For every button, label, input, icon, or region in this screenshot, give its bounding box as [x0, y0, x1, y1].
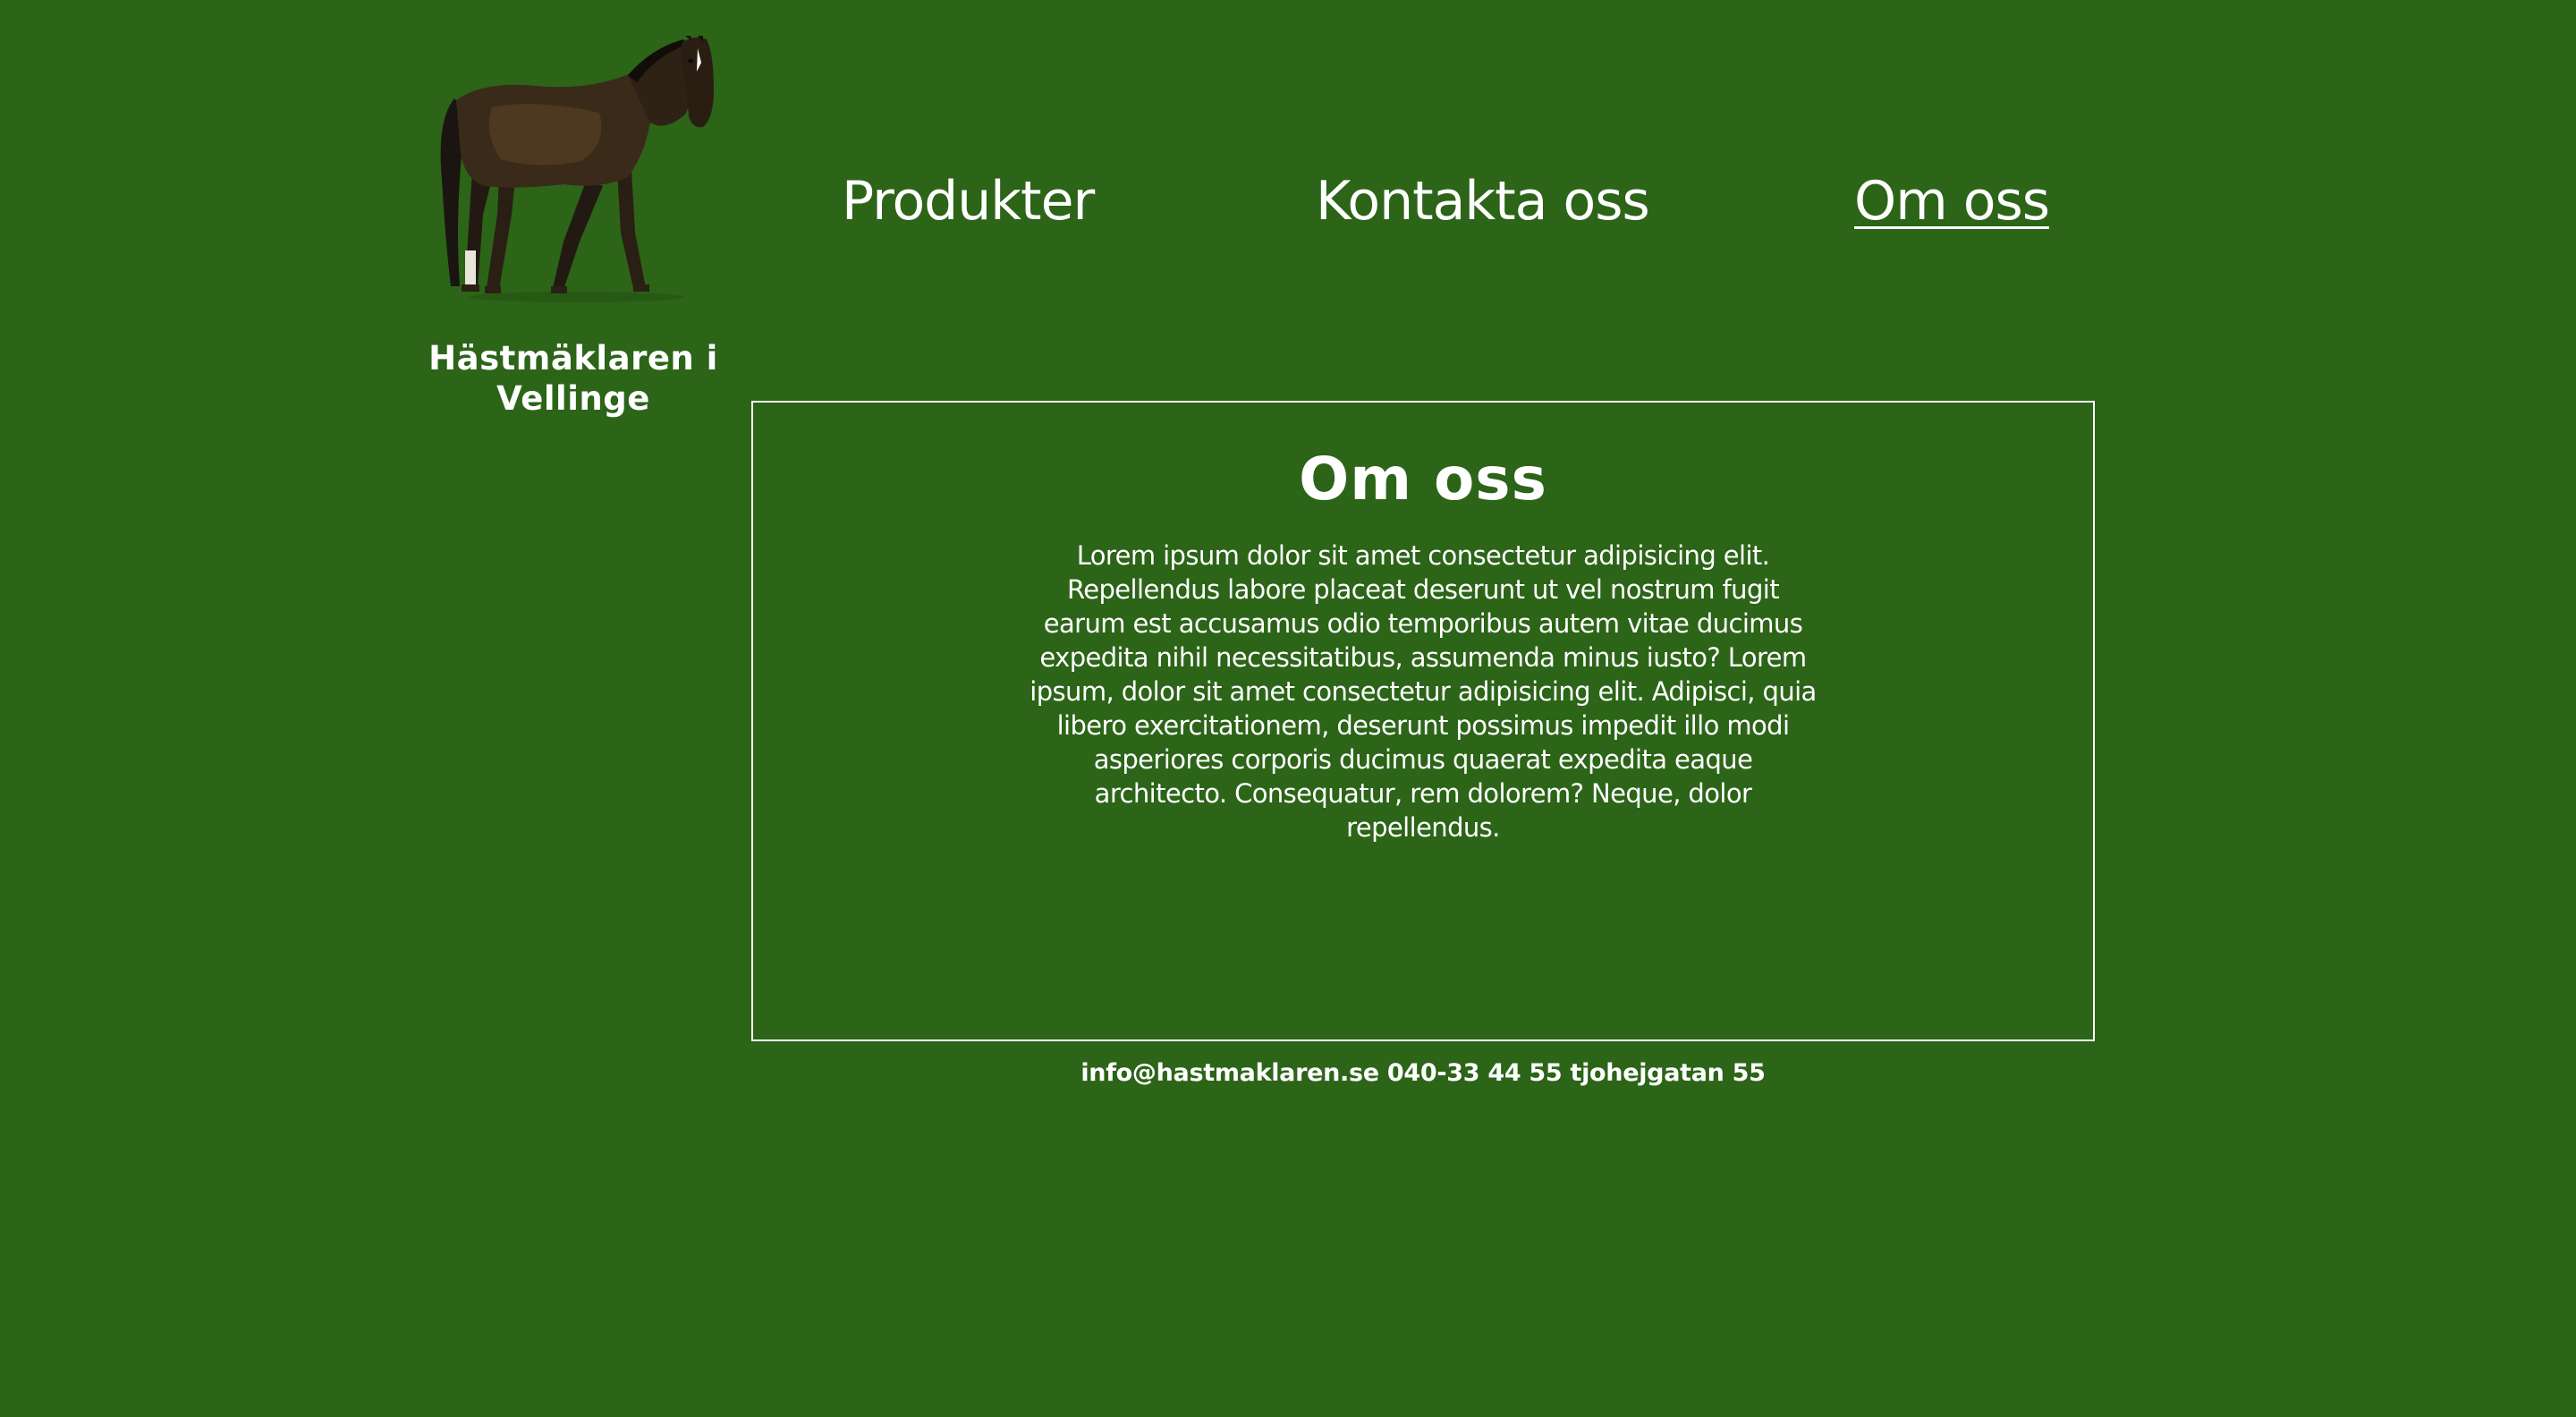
about-text: Lorem ipsum dolor sit amet consectetur a… — [1030, 540, 1817, 843]
content-box: Om oss Lorem ipsum dolor sit amet consec… — [751, 401, 2095, 1041]
page-title: Om oss — [1299, 445, 1547, 513]
footer-contact: info@hastmaklaren.se 040-33 44 55 tjohej… — [1080, 1059, 1766, 1087]
main-nav: Produkter Kontakta oss Om oss — [0, 170, 2576, 242]
nav-item-kontakta-oss[interactable]: Kontakta oss — [1316, 170, 1650, 233]
nav-item-produkter[interactable]: Produkter — [842, 170, 1095, 233]
brand-name: Hästmäklaren i Vellinge — [428, 339, 718, 418]
nav-item-om-oss[interactable]: Om oss — [1854, 170, 2050, 233]
